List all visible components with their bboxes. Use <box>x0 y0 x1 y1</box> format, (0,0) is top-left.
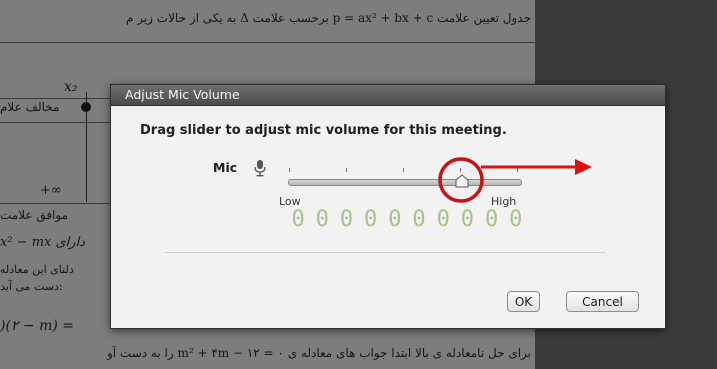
meter-digit: 0 <box>364 207 378 232</box>
meter-digit: 0 <box>291 207 305 232</box>
doc-line-header: جدول تعیین علامت p = ax² + bx + c برحسب … <box>125 11 531 25</box>
slider-tick <box>517 168 518 172</box>
doc-opposite-sign: مخالف علام <box>0 100 60 114</box>
meter-digit: 0 <box>484 207 499 232</box>
doc-result-line: دست می آید: <box>0 280 63 293</box>
doc-has-expression: x² − mx دارای <box>0 235 85 250</box>
ok-button[interactable]: OK <box>507 291 540 312</box>
doc-delta-line: دلتای این معادله <box>0 263 74 276</box>
doc-infinity: +∞ <box>40 183 62 198</box>
mic-label: Mic <box>213 160 238 175</box>
slider-tick <box>460 168 461 172</box>
slider-tick <box>403 168 404 172</box>
doc-agree-sign: موافق علامت <box>0 208 69 222</box>
meter-digit: 0 <box>388 207 402 232</box>
dialog-instruction: Drag slider to adjust mic volume for thi… <box>140 123 507 138</box>
dialog-title: Adjust Mic Volume <box>125 87 240 102</box>
meter-digit: 0 <box>460 207 475 232</box>
mic-volume-slider[interactable] <box>288 179 522 186</box>
slider-tick <box>289 168 290 172</box>
meter-digit: 0 <box>509 207 523 232</box>
dialog-divider <box>165 252 606 253</box>
doc-equation: )(۲ − m) = <box>0 318 74 334</box>
cancel-button[interactable]: Cancel <box>566 291 639 312</box>
doc-x2-label: x₂ <box>64 79 78 95</box>
adjust-mic-volume-dialog: Adjust Mic Volume Drag slider to adjust … <box>110 84 666 329</box>
meter-digit: 0 <box>315 207 329 232</box>
dialog-titlebar[interactable]: Adjust Mic Volume <box>111 85 665 106</box>
doc-last-line: برای حل نامعادله ی بالا ابتدا جواب های م… <box>106 346 531 360</box>
microphone-icon <box>254 160 266 177</box>
slider-thumb[interactable] <box>455 174 469 188</box>
mic-level-meter: 0 0 0 0 0 0 0 0 0 0 <box>287 207 527 232</box>
meter-digit: 0 <box>339 207 354 232</box>
root-dot <box>81 102 91 112</box>
meter-digit: 0 <box>436 207 450 232</box>
table-separator <box>0 42 535 43</box>
slider-tick <box>346 168 347 172</box>
meter-digit: 0 <box>412 207 426 232</box>
